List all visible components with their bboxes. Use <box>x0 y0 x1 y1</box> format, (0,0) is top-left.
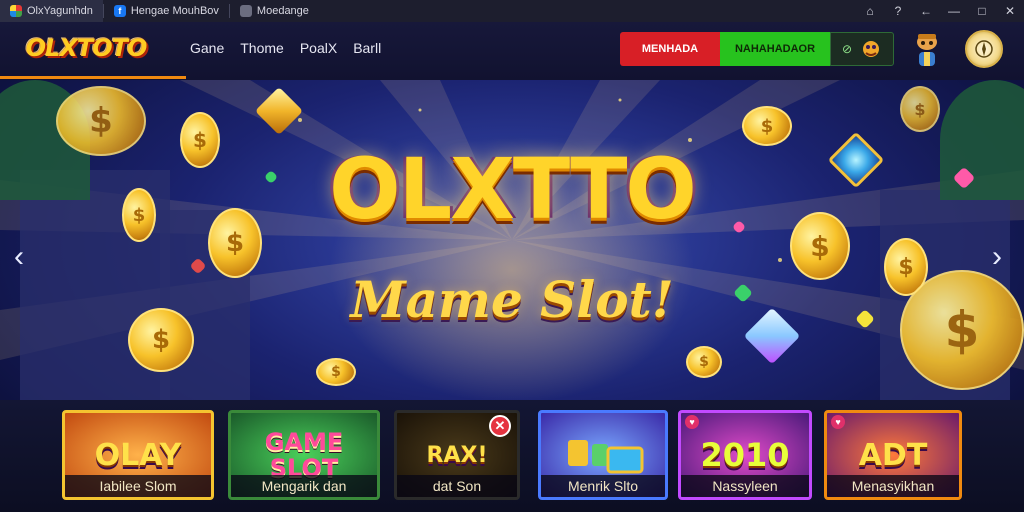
game-card-label: Iabilee Slom <box>65 475 211 497</box>
tab-title: OlxYagunhdn <box>27 5 93 17</box>
game-card[interactable]: GAME SLOT Mengarik dan <box>228 410 380 500</box>
tab-title: Hengae MouhBov <box>130 5 219 17</box>
promo-button[interactable]: ⊘ <box>830 32 894 66</box>
coin: $ <box>900 86 940 132</box>
close-icon[interactable]: ✕ <box>996 0 1024 22</box>
hero-banner[interactable]: $ $ $ $ $ $ $ $ $ $ $ $ OLXTTO Mame Slot… <box>0 80 1024 400</box>
maximize-icon[interactable]: □ <box>968 0 996 22</box>
help-icon[interactable]: ? <box>884 0 912 22</box>
browser-titlebar: OlxYagunhdn f Hengae MouhBov Moedange ⌂ … <box>0 0 1024 22</box>
coin: $ <box>316 358 356 386</box>
main-nav: Gane Thome PoalX Barll <box>190 40 381 56</box>
heart-badge-icon: ♥ <box>685 415 699 429</box>
register-button[interactable]: NAHAHADAOR <box>720 32 830 66</box>
game-card[interactable]: Menrik Slto <box>538 410 668 500</box>
back-icon[interactable]: ← <box>912 0 940 22</box>
browser-tab-3[interactable]: Moedange <box>230 0 319 22</box>
treasure-chest-icon <box>568 440 644 474</box>
site-logo[interactable]: OLXTOTO <box>16 28 156 68</box>
site-header: OLXTOTO Gane Thome PoalX Barll MENHADA N… <box>0 22 1024 80</box>
browser-tab-2[interactable]: f Hengae MouhBov <box>104 0 229 22</box>
home-icon[interactable]: ⌂ <box>856 0 884 22</box>
game-card-label: Menasyikhan <box>827 475 959 497</box>
game-card-label: dat Son <box>397 475 517 497</box>
game-card[interactable]: OLAY Iabilee Slom <box>62 410 214 500</box>
game-card-label: Mengarik dan <box>231 475 377 497</box>
mascot-icon <box>863 41 880 57</box>
game-cards-row: OLAY Iabilee Slom GAME SLOT Mengarik dan… <box>0 400 1024 512</box>
carousel-next-arrow-icon[interactable]: › <box>992 240 1002 274</box>
game-card[interactable]: ADT Menasyikhan ♥ <box>824 410 962 500</box>
document-icon <box>239 5 252 17</box>
nav-item-thome[interactable]: Thome <box>240 40 284 56</box>
promo-symbol: ⊘ <box>841 42 853 56</box>
logo-underline <box>0 76 186 79</box>
facebook-icon: f <box>113 5 126 17</box>
game-card-label: Menrik Slto <box>541 475 665 497</box>
carousel-prev-arrow-icon[interactable]: ‹ <box>14 240 24 274</box>
login-button[interactable]: MENHADA <box>620 32 720 66</box>
game-card[interactable]: RAX! dat Son ✕ <box>394 410 520 500</box>
browser-tab-1[interactable]: OlxYagunhdn <box>0 0 103 22</box>
close-badge-icon[interactable]: ✕ <box>489 415 511 437</box>
multicolor-favicon-icon <box>10 5 22 17</box>
minimize-icon[interactable]: — <box>940 0 968 22</box>
tab-title: Moedange <box>256 5 309 17</box>
hero-title: OLXTTO <box>329 140 697 238</box>
compass-icon <box>975 40 993 58</box>
nav-item-gane[interactable]: Gane <box>190 40 224 56</box>
heart-badge-icon: ♥ <box>831 415 845 429</box>
window-controls: ⌂ ? ← — □ ✕ <box>856 0 1024 22</box>
coin: $ <box>686 346 722 378</box>
nav-item-barll[interactable]: Barll <box>353 40 381 56</box>
character-icon[interactable] <box>910 30 944 68</box>
user-avatar[interactable] <box>965 30 1003 68</box>
nav-item-poalx[interactable]: PoalX <box>300 40 337 56</box>
game-card[interactable]: 2010 Nassyleen ♥ <box>678 410 812 500</box>
game-card-label: Nassyleen <box>681 475 809 497</box>
hero-subtitle: Mame Slot! <box>350 270 674 329</box>
